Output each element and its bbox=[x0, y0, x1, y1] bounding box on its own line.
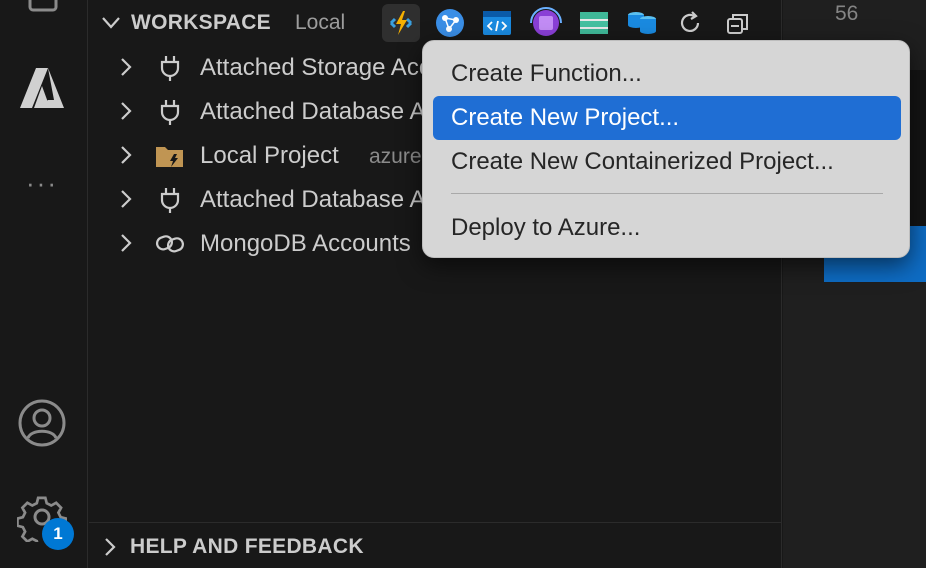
menu-item-label: Create New Containerized Project... bbox=[451, 148, 834, 175]
menu-separator bbox=[451, 193, 883, 194]
menu-item-label: Create Function... bbox=[451, 60, 642, 87]
activity-bar: ··· 1 bbox=[0, 0, 88, 568]
chevron-down-icon[interactable] bbox=[101, 14, 121, 37]
chevron-right-icon[interactable] bbox=[119, 101, 133, 126]
storage-icon[interactable] bbox=[575, 4, 613, 42]
tree-item-label: Local Project bbox=[200, 142, 339, 169]
container-apps-icon[interactable] bbox=[527, 4, 565, 42]
refresh-icon[interactable] bbox=[671, 4, 709, 42]
plug-icon bbox=[155, 97, 185, 127]
collapse-all-icon[interactable] bbox=[719, 4, 757, 42]
more-icon[interactable]: ··· bbox=[20, 168, 64, 198]
tree-item-label: MongoDB Accounts bbox=[200, 230, 411, 257]
context-menu: Create Function... Create New Project...… bbox=[422, 40, 910, 258]
plug-icon bbox=[155, 185, 185, 215]
chevron-right-icon[interactable] bbox=[119, 189, 133, 214]
settings-badge: 1 bbox=[42, 518, 74, 550]
menu-item-create-containerized-project[interactable]: Create New Containerized Project... bbox=[433, 140, 901, 184]
help-feedback-title: HELP AND FEEDBACK bbox=[130, 535, 364, 558]
tree-item-description: azure bbox=[369, 145, 422, 168]
project-folder-icon bbox=[155, 141, 185, 171]
account-icon[interactable] bbox=[17, 398, 67, 448]
help-feedback-section[interactable]: HELP AND FEEDBACK bbox=[89, 522, 782, 568]
line-number: 56 bbox=[835, 2, 859, 25]
chevron-right-icon[interactable] bbox=[119, 233, 133, 258]
menu-item-deploy-to-azure[interactable]: Deploy to Azure... bbox=[433, 206, 901, 250]
menu-item-label: Create New Project... bbox=[451, 104, 680, 131]
chevron-right-icon[interactable] bbox=[119, 57, 133, 82]
menu-item-create-function[interactable]: Create Function... bbox=[433, 52, 901, 96]
link-icon bbox=[155, 229, 185, 259]
azure-functions-icon[interactable] bbox=[382, 4, 420, 42]
workspace-title: WORKSPACE bbox=[131, 11, 271, 34]
app-service-icon[interactable] bbox=[431, 4, 469, 42]
azure-icon[interactable] bbox=[18, 64, 66, 112]
static-web-apps-icon[interactable] bbox=[478, 4, 516, 42]
chevron-right-icon[interactable] bbox=[103, 537, 117, 562]
workspace-subtitle: Local bbox=[295, 11, 346, 34]
explorer-icon[interactable] bbox=[24, 0, 64, 18]
plug-icon bbox=[155, 53, 185, 83]
chevron-right-icon[interactable] bbox=[119, 145, 133, 170]
menu-item-create-new-project[interactable]: Create New Project... bbox=[433, 96, 901, 140]
menu-item-label: Deploy to Azure... bbox=[451, 214, 641, 241]
database-icon[interactable] bbox=[623, 4, 661, 42]
